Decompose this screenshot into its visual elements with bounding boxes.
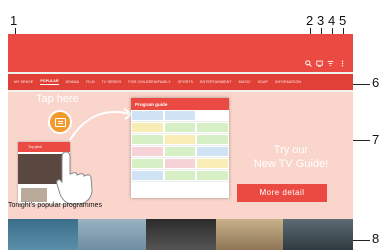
- mockup-cell: [132, 135, 163, 144]
- mockup-cell: [164, 159, 196, 168]
- more-detail-button[interactable]: More detail: [237, 184, 327, 202]
- mockup-cell: [132, 159, 163, 168]
- mockup-row: [131, 146, 229, 158]
- tab-film[interactable]: FILM: [86, 80, 95, 84]
- programme-thumbnail[interactable]: [8, 219, 78, 250]
- filter-icon[interactable]: [327, 60, 334, 67]
- programme-thumbnail[interactable]: [283, 219, 353, 250]
- mockup-cell: [164, 111, 196, 120]
- tab-popular[interactable]: POPULAR: [40, 79, 59, 85]
- promo-banner[interactable]: Tap here Top pitch Program guide Try our…: [8, 92, 353, 230]
- arrow-curve-icon: [69, 108, 134, 141]
- popular-programmes-heading: Tonight's popular programmes: [8, 202, 102, 209]
- mockup-toolbar: Program guide: [131, 98, 229, 110]
- programme-thumbnail[interactable]: [216, 219, 283, 250]
- callout-6: 6: [372, 75, 380, 90]
- mockup-cell: [132, 147, 163, 156]
- mockup-cell: [132, 111, 163, 120]
- mockup-row: [131, 110, 229, 122]
- mockup-cell: [197, 171, 229, 180]
- mockup-cell: [132, 171, 163, 180]
- hand-pointer-icon: [56, 151, 93, 205]
- tap-here-label: Tap here: [36, 93, 79, 105]
- mockup-row: [131, 158, 229, 170]
- tab-sports[interactable]: SPORTS: [178, 80, 193, 84]
- search-icon[interactable]: [305, 60, 312, 67]
- callout-3: 3: [317, 13, 325, 28]
- tab-soap[interactable]: SOAP: [258, 80, 268, 84]
- mockup-title: Program guide: [135, 101, 168, 107]
- callout-1: 1: [10, 13, 18, 28]
- tab-entertainment[interactable]: ENTERTAINMENT: [200, 80, 232, 84]
- mockup-cell: [197, 159, 229, 168]
- mockup-row: [131, 134, 229, 146]
- tab-tv-series[interactable]: TV SERIES: [102, 80, 122, 84]
- category-tabs: MY SENSE POPULAR DRAMA FILM TV SERIES FO…: [8, 74, 353, 90]
- tab-music[interactable]: MUSIC: [239, 80, 251, 84]
- callout-4: 4: [328, 13, 336, 28]
- tab-my-sense[interactable]: MY SENSE: [14, 80, 33, 84]
- program-guide-mockup: Program guide: [131, 98, 229, 198]
- guide-list-icon: [55, 118, 66, 127]
- promo-headline-line-1: Try our: [273, 144, 309, 156]
- mockup-row: [131, 170, 229, 182]
- mockup-cell: [164, 147, 196, 156]
- tab-drama[interactable]: DRAMA: [66, 80, 79, 84]
- mockup-cell: [197, 111, 228, 120]
- tab-information[interactable]: INFORMATION: [275, 80, 301, 84]
- promo-headline-line-2: New TV Guide!: [253, 158, 329, 170]
- cast-icon[interactable]: [316, 60, 323, 67]
- more-icon[interactable]: [339, 60, 346, 67]
- mockup-cell: [164, 123, 196, 132]
- callout-7: 7: [372, 132, 380, 147]
- mockup-cell: [197, 123, 229, 132]
- app-toolbar: [8, 34, 353, 72]
- programme-thumbnail[interactable]: [78, 219, 146, 250]
- programme-thumbnail[interactable]: [146, 219, 216, 250]
- mockup-cell: [164, 171, 196, 180]
- callout-2: 2: [306, 13, 314, 28]
- mockup-cell: [197, 147, 229, 156]
- mockup-cell: [197, 135, 229, 144]
- mini-phone-image-2: [21, 188, 47, 202]
- mockup-cell: [164, 135, 196, 144]
- callout-8: 8: [372, 231, 380, 246]
- tv-guide-app: MY SENSE POPULAR DRAMA FILM TV SERIES FO…: [8, 34, 353, 250]
- mockup-row: [131, 122, 229, 134]
- callout-5: 5: [339, 13, 347, 28]
- mockup-cell: [132, 123, 163, 132]
- tab-for-children-family[interactable]: FOR CHILDREN/FAMILY: [128, 80, 170, 84]
- popular-programmes-row: [8, 219, 353, 250]
